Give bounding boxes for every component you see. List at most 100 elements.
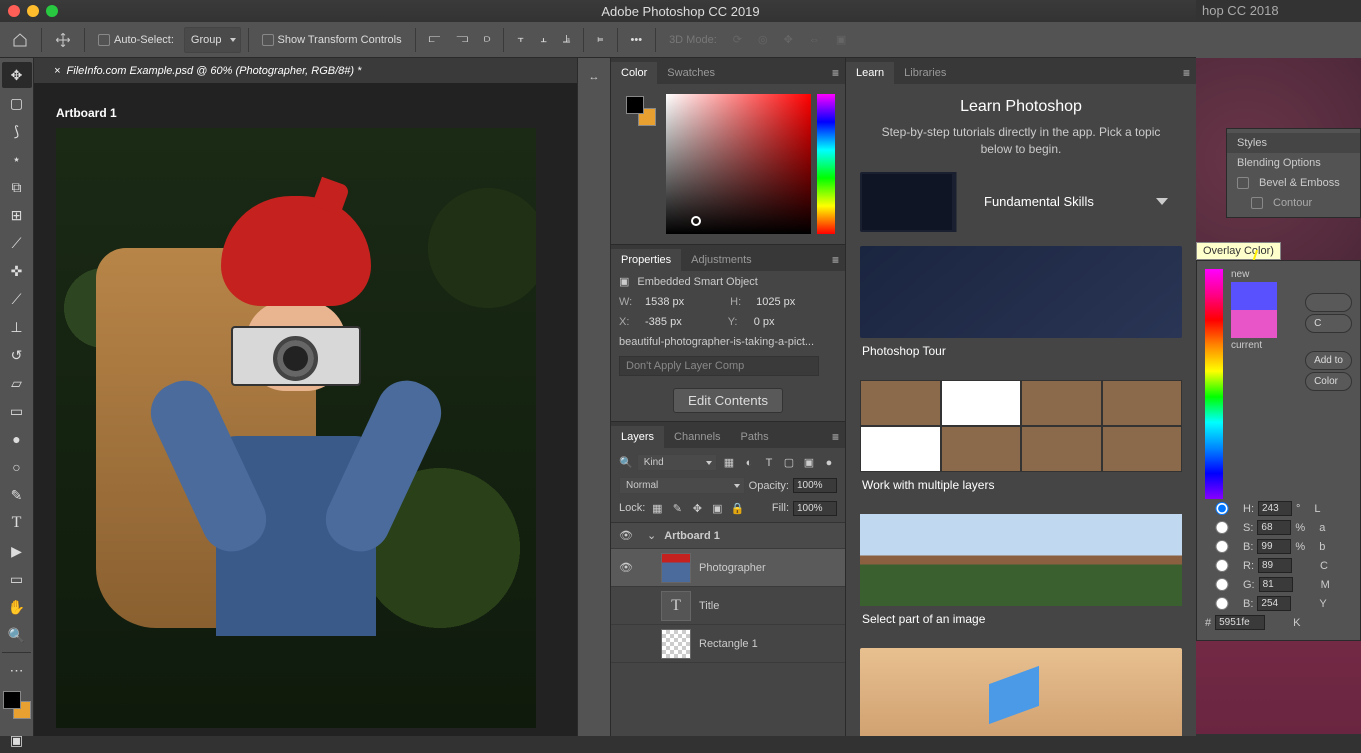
color-libraries-button[interactable]: Color — [1305, 372, 1352, 391]
align-bottom-icon[interactable]: ⫡ — [557, 27, 576, 53]
learn-hero-card[interactable]: Fundamental Skills — [860, 172, 1182, 232]
layer-filter-dropdown[interactable]: Kind — [637, 454, 717, 471]
quick-mask-tool[interactable]: ▣ — [2, 727, 32, 753]
tutorial-card[interactable]: Work with multiple layers — [860, 380, 1182, 498]
gradient-tool[interactable]: ▭ — [2, 398, 32, 424]
hue-slider[interactable] — [817, 94, 835, 234]
property-x[interactable]: -385 px — [645, 316, 682, 328]
filter-toggle-icon[interactable]: ● — [821, 455, 837, 471]
color-field[interactable] — [666, 94, 811, 234]
h-input[interactable] — [1258, 501, 1292, 516]
tab-learn[interactable]: Learn — [846, 62, 894, 84]
stamp-tool[interactable]: ⊥ — [2, 314, 32, 340]
fill-input[interactable]: 100% — [793, 501, 837, 516]
document-tab[interactable]: × FileInfo.com Example.psd @ 60% (Photog… — [34, 58, 577, 84]
rectangle-tool[interactable]: ▭ — [2, 566, 32, 592]
panel-menu-icon[interactable]: ≡ — [832, 253, 839, 267]
marquee-tool[interactable]: ▢ — [2, 90, 32, 116]
lock-image-icon[interactable]: ✎ — [669, 500, 685, 516]
cancel-button[interactable]: C — [1305, 314, 1352, 333]
hex-input[interactable] — [1215, 615, 1265, 630]
g-radio[interactable] — [1205, 578, 1239, 591]
visibility-icon[interactable]: 👁 — [617, 529, 635, 542]
filter-shape-icon[interactable]: ▢ — [781, 455, 797, 471]
auto-select-checkbox[interactable]: Auto-Select: — [92, 27, 180, 53]
hand-tool[interactable]: ✋ — [2, 594, 32, 620]
r-radio[interactable] — [1205, 559, 1239, 572]
panel-menu-icon[interactable]: ≡ — [1183, 66, 1190, 80]
color-panel-swatches[interactable] — [626, 96, 656, 126]
ok-button[interactable] — [1305, 293, 1352, 312]
property-height[interactable]: 1025 px — [756, 296, 795, 308]
tutorial-card[interactable] — [860, 648, 1182, 736]
maximize-window-icon[interactable] — [46, 5, 58, 17]
align-center-h-icon[interactable]: ⫎ — [450, 27, 474, 53]
distribute-icon[interactable]: ⫢ — [591, 27, 609, 53]
h-radio[interactable] — [1205, 502, 1239, 515]
add-to-swatches-button[interactable]: Add to — [1305, 351, 1352, 370]
s-radio[interactable] — [1205, 521, 1239, 534]
tab-properties[interactable]: Properties — [611, 249, 681, 271]
bevel-emboss-option[interactable]: Bevel & Emboss — [1227, 173, 1360, 193]
edit-contents-button[interactable]: Edit Contents — [673, 388, 783, 413]
move-tool[interactable]: ✥ — [2, 62, 32, 88]
panel-menu-icon[interactable]: ≡ — [832, 430, 839, 444]
blur-tool[interactable]: ● — [2, 426, 32, 452]
pen-tool[interactable]: ✎ — [2, 482, 32, 508]
blend-mode-dropdown[interactable]: Normal — [619, 477, 745, 494]
color-swatches[interactable] — [3, 691, 31, 719]
tutorial-card[interactable]: Select part of an image — [860, 514, 1182, 632]
lock-transparency-icon[interactable]: ▦ — [649, 500, 665, 516]
minimize-window-icon[interactable] — [27, 5, 39, 17]
layer-title[interactable]: T Title — [611, 587, 845, 625]
layer-photographer[interactable]: 👁 Photographer — [611, 549, 845, 587]
property-y[interactable]: 0 px — [754, 316, 775, 328]
foreground-color[interactable] — [3, 691, 21, 709]
align-middle-icon[interactable]: ⫠ — [534, 27, 553, 53]
align-right-icon[interactable]: ⫐ — [478, 27, 496, 53]
brush-tool[interactable]: ⟋ — [2, 286, 32, 312]
frame-tool[interactable]: ⊞ — [2, 202, 32, 228]
lasso-tool[interactable]: ⟆ — [2, 118, 32, 144]
filter-text-icon[interactable]: T — [761, 455, 777, 471]
crop-tool[interactable]: ⧉ — [2, 174, 32, 200]
tab-channels[interactable]: Channels — [664, 426, 730, 448]
edit-toolbar[interactable]: ⋯ — [2, 657, 32, 683]
layer-rectangle[interactable]: Rectangle 1 — [611, 625, 845, 663]
visibility-icon[interactable]: 👁 — [617, 561, 635, 574]
eraser-tool[interactable]: ▱ — [2, 370, 32, 396]
tab-layers[interactable]: Layers — [611, 426, 664, 448]
tab-adjustments[interactable]: Adjustments — [681, 249, 762, 271]
hue-slider[interactable] — [1205, 269, 1223, 499]
path-selection-tool[interactable]: ▶ — [2, 538, 32, 564]
move-tool-indicator[interactable] — [49, 27, 77, 53]
magic-wand-tool[interactable]: ⋆ — [2, 146, 32, 172]
history-icon[interactable]: ↔ — [580, 64, 608, 90]
layer-comp-dropdown[interactable]: Don't Apply Layer Comp — [619, 356, 819, 376]
property-width[interactable]: 1538 px — [645, 296, 684, 308]
home-button[interactable] — [6, 27, 34, 53]
canvas[interactable]: Artboard 1 — [34, 84, 577, 736]
opacity-input[interactable]: 100% — [793, 478, 837, 493]
filter-smart-icon[interactable]: ▣ — [801, 455, 817, 471]
lock-position-icon[interactable]: ✥ — [689, 500, 705, 516]
dodge-tool[interactable]: ○ — [2, 454, 32, 480]
b2-input[interactable] — [1257, 596, 1291, 611]
tab-swatches[interactable]: Swatches — [657, 62, 725, 84]
show-transform-checkbox[interactable]: Show Transform Controls — [256, 27, 408, 53]
r-input[interactable] — [1258, 558, 1292, 573]
b-input[interactable] — [1257, 539, 1291, 554]
b2-radio[interactable] — [1205, 597, 1239, 610]
auto-select-dropdown[interactable]: Group — [184, 27, 241, 53]
align-left-icon[interactable]: ⫍ — [423, 27, 447, 53]
blending-options[interactable]: Blending Options — [1227, 153, 1360, 173]
layer-artboard[interactable]: 👁 ⌄ Artboard 1 — [611, 523, 845, 549]
close-window-icon[interactable] — [8, 5, 20, 17]
history-brush-tool[interactable]: ↺ — [2, 342, 32, 368]
lock-all-icon[interactable]: 🔒 — [729, 500, 745, 516]
healing-tool[interactable]: ✜ — [2, 258, 32, 284]
more-options-icon[interactable]: ••• — [625, 27, 649, 53]
artboard-label[interactable]: Artboard 1 — [56, 106, 577, 120]
tab-libraries[interactable]: Libraries — [894, 62, 956, 84]
lock-artboard-icon[interactable]: ▣ — [709, 500, 725, 516]
